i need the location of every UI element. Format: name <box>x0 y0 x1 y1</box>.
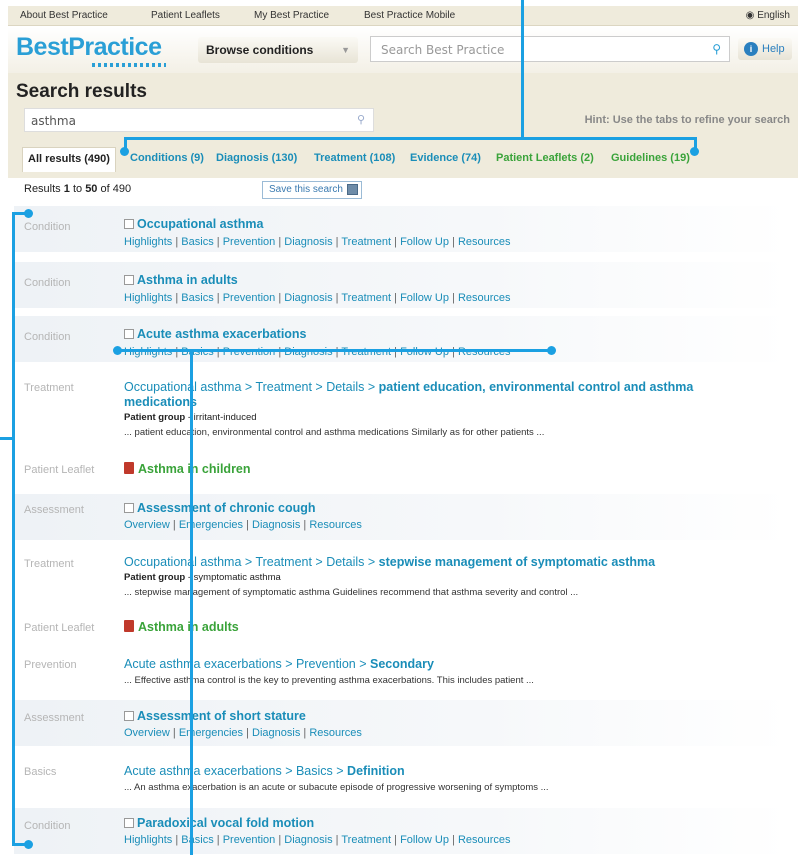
result-title[interactable]: Occupational asthma <box>124 217 263 231</box>
language-selector[interactable]: ◉ English <box>746 10 790 21</box>
result-type: Treatment <box>24 558 74 570</box>
tab-guidelines[interactable]: Guidelines (19) <box>611 147 690 171</box>
pdf-icon <box>124 462 134 474</box>
annotation-dot <box>690 147 699 156</box>
result-type: Condition <box>24 277 71 289</box>
result-section-links: Highlights | Basics | Prevention | Diagn… <box>124 292 511 304</box>
logo-dots <box>92 63 166 67</box>
search-icon[interactable]: ⚲ <box>357 113 365 126</box>
result-breadcrumb[interactable]: Occupational asthma > Treatment > Detail… <box>124 555 804 570</box>
checkbox-icon[interactable] <box>124 503 134 513</box>
result-row: Patient Leaflet Asthma in children <box>14 457 790 485</box>
result-snippet: ... Effective asthma control is the key … <box>124 675 534 686</box>
language-label: English <box>757 10 790 21</box>
result-meta: Patient group - symptomatic asthma <box>124 572 281 583</box>
result-title[interactable]: Asthma in children <box>124 462 251 476</box>
result-row: Assessment Assessment of short stature O… <box>14 700 790 746</box>
result-breadcrumb[interactable]: Acute asthma exacerbations > Prevention … <box>124 657 744 672</box>
result-type: Prevention <box>24 659 77 671</box>
checkbox-icon[interactable] <box>124 818 134 828</box>
top-nav: About Best Practice Patient Leaflets My … <box>8 6 798 26</box>
result-section-links: Overview | Emergencies | Diagnosis | Res… <box>124 727 362 739</box>
result-type: Assessment <box>24 712 84 724</box>
result-row: Treatment Occupational asthma > Treatmen… <box>14 548 790 610</box>
checkbox-icon[interactable] <box>124 329 134 339</box>
globe-icon: ◉ <box>745 10 758 21</box>
save-search-button[interactable]: Save this search <box>262 181 362 199</box>
result-row: Condition Occupational asthma Highlights… <box>14 206 790 252</box>
help-button[interactable]: i Help <box>738 38 792 60</box>
chevron-down-icon: ▼ <box>341 45 350 55</box>
result-title[interactable]: Acute asthma exacerbations <box>124 327 307 341</box>
save-icon <box>347 184 358 195</box>
checkbox-icon[interactable] <box>124 219 134 229</box>
result-title[interactable]: Asthma in adults <box>124 273 238 287</box>
annotation-dot <box>24 840 33 849</box>
result-row: Condition Asthma in adults Highlights | … <box>14 262 790 308</box>
page-title: Search results <box>16 81 147 102</box>
result-section-links: Highlights | Basics | Prevention | Diagn… <box>124 834 511 846</box>
result-row: Patient Leaflet Asthma in adults <box>14 615 790 643</box>
result-row: Condition Paradoxical vocal fold motion … <box>14 808 790 854</box>
tab-all-results[interactable]: All results (490) <box>22 147 116 172</box>
result-type: Patient Leaflet <box>24 464 95 476</box>
results-count: Results 1 to 50 of 490 <box>24 183 132 195</box>
tab-evidence[interactable]: Evidence (74) <box>410 147 481 171</box>
site-search-input[interactable]: Search Best Practice ⚲ <box>370 36 730 62</box>
annotation-dot <box>547 346 556 355</box>
result-breadcrumb[interactable]: Occupational asthma > Treatment > Detail… <box>124 380 744 410</box>
browse-label: Browse conditions <box>206 43 314 57</box>
checkbox-icon[interactable] <box>124 275 134 285</box>
nav-link-patient-leaflets[interactable]: Patient Leaflets <box>151 10 220 21</box>
nav-link-about[interactable]: About Best Practice <box>20 10 108 21</box>
tab-diagnosis[interactable]: Diagnosis (130) <box>216 147 297 171</box>
result-row: Condition Acute asthma exacerbations Hig… <box>14 316 790 362</box>
browse-conditions-button[interactable]: Browse conditions ▼ <box>198 37 358 63</box>
annotation-dot <box>120 147 129 156</box>
header: BestPractice Browse conditions ▼ Search … <box>8 27 798 73</box>
annotation-line <box>12 212 15 846</box>
result-title[interactable]: Paradoxical vocal fold motion <box>124 816 314 830</box>
result-type: Basics <box>24 766 57 778</box>
annotation-line <box>117 349 552 352</box>
annotation-dot <box>113 346 122 355</box>
result-title[interactable]: Assessment of chronic cough <box>124 501 316 515</box>
result-section-links: Highlights | Basics | Prevention | Diagn… <box>124 236 511 248</box>
result-row: Basics Acute asthma exacerbations > Basi… <box>14 756 790 800</box>
result-breadcrumb[interactable]: Acute asthma exacerbations > Basics > De… <box>124 764 744 779</box>
result-type: Condition <box>24 221 71 233</box>
result-snippet: ... patient education, environmental con… <box>124 427 545 438</box>
result-row: Treatment Occupational asthma > Treatmen… <box>14 372 790 448</box>
result-section-links: Highlights | Basics | Prevention | Diagn… <box>124 346 511 358</box>
result-type: Assessment <box>24 504 84 516</box>
result-type: Patient Leaflet <box>24 622 95 634</box>
result-type: Condition <box>24 331 71 343</box>
nav-link-my-best-practice[interactable]: My Best Practice <box>254 10 329 21</box>
info-icon: i <box>744 42 758 56</box>
annotation-line <box>521 0 524 139</box>
tab-conditions[interactable]: Conditions (9) <box>130 147 204 171</box>
nav-link-mobile[interactable]: Best Practice Mobile <box>364 10 455 21</box>
result-type: Treatment <box>24 382 74 394</box>
result-row: Prevention Acute asthma exacerbations > … <box>14 652 790 696</box>
hint-text: Hint: Use the tabs to refine your search <box>584 114 790 126</box>
result-section-links: Overview | Emergencies | Diagnosis | Res… <box>124 519 362 531</box>
annotation-line <box>190 349 193 855</box>
tab-patient-leaflets[interactable]: Patient Leaflets (2) <box>496 147 594 171</box>
annotation-line <box>124 137 696 140</box>
result-title[interactable]: Assessment of short stature <box>124 709 306 723</box>
search-query-input[interactable]: asthma ⚲ <box>24 108 374 132</box>
annotation-line <box>0 437 14 440</box>
pdf-icon <box>124 620 134 632</box>
result-title[interactable]: Asthma in adults <box>124 620 239 634</box>
result-row: Assessment Assessment of chronic cough O… <box>14 494 790 540</box>
annotation-dot <box>24 209 33 218</box>
tab-treatment[interactable]: Treatment (108) <box>314 147 395 171</box>
search-icon[interactable]: ⚲ <box>712 42 721 56</box>
logo[interactable]: BestPractice <box>16 33 162 62</box>
checkbox-icon[interactable] <box>124 711 134 721</box>
result-type: Condition <box>24 820 71 832</box>
result-snippet: ... An asthma exacerbation is an acute o… <box>124 782 549 793</box>
